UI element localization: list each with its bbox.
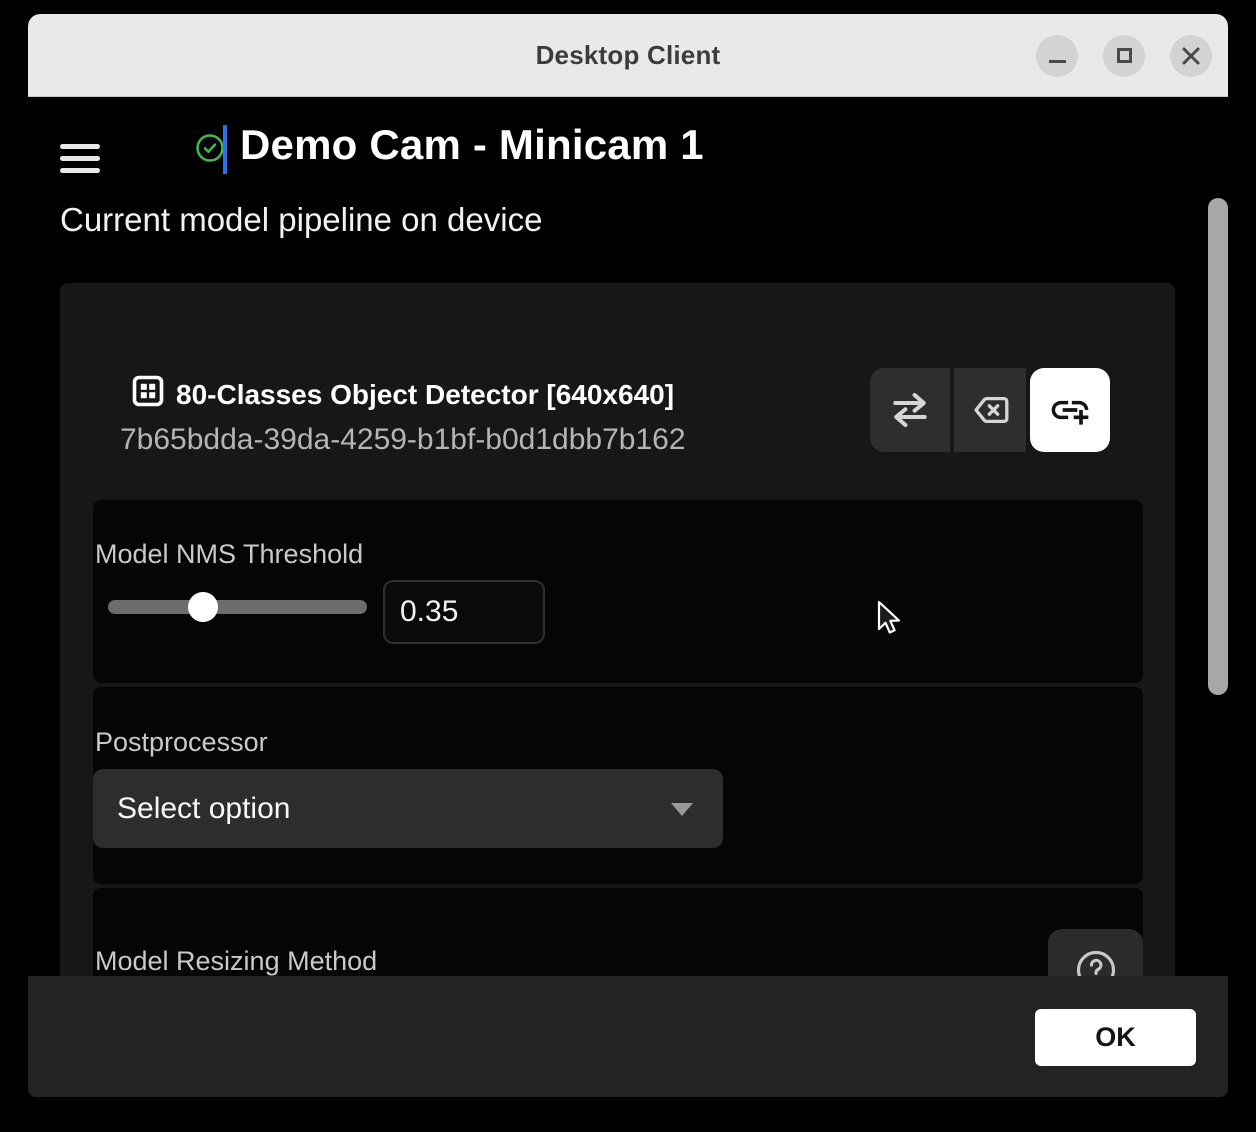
footer-bar: OK — [28, 976, 1228, 1097]
postprocessor-section: Postprocessor Select option — [93, 687, 1143, 884]
menu-icon — [60, 156, 100, 161]
swap-model-button[interactable] — [870, 368, 950, 452]
check-circle-icon — [195, 133, 225, 168]
titlebar[interactable]: Desktop Client — [28, 14, 1228, 97]
model-action-group — [870, 368, 1110, 452]
model-name: 80-Classes Object Detector [640x640] — [176, 379, 675, 410]
model-uuid: 7b65bdda-39da-4259-b1bf-b0d1dbb7b162 — [120, 423, 686, 456]
ok-button[interactable]: OK — [1035, 1009, 1196, 1066]
text-caret — [223, 125, 227, 174]
nms-threshold-label: Model NMS Threshold — [95, 539, 364, 569]
close-icon — [1182, 47, 1200, 64]
resizing-method-label: Model Resizing Method — [95, 946, 378, 976]
close-button[interactable] — [1170, 34, 1212, 77]
slider-thumb[interactable] — [188, 592, 218, 622]
scrollbar-thumb[interactable] — [1208, 198, 1228, 695]
menu-icon — [60, 168, 100, 173]
chevron-down-icon — [671, 803, 693, 816]
selected-option-text: Select option — [117, 791, 291, 825]
pipeline-card: 80-Classes Object Detector [640x640] 7b6… — [60, 283, 1175, 1097]
page-subtitle: Current model pipeline on device — [60, 201, 543, 238]
maximize-icon — [1116, 48, 1132, 63]
nms-threshold-value[interactable]: 0.35 — [383, 580, 545, 644]
window-controls — [1036, 14, 1212, 97]
minimize-button[interactable] — [1036, 34, 1078, 77]
nms-threshold-section: Model NMS Threshold 0.35 — [93, 500, 1143, 683]
clear-model-button[interactable] — [954, 368, 1026, 452]
maximize-button[interactable] — [1103, 34, 1145, 77]
app-window: Desktop Client Demo Cam - Minicam 1 Curr… — [28, 14, 1228, 1098]
link-plus-icon — [1051, 400, 1089, 425]
nms-threshold-slider[interactable] — [108, 592, 367, 622]
menu-icon — [60, 144, 100, 149]
minimize-icon — [1048, 60, 1066, 63]
backspace-icon — [974, 396, 1009, 424]
grid-icon — [130, 373, 166, 414]
menu-button[interactable] — [60, 144, 100, 173]
postprocessor-select[interactable]: Select option — [93, 769, 723, 848]
screen: Desktop Client Demo Cam - Minicam 1 Curr… — [0, 0, 1256, 1132]
add-link-button[interactable] — [1030, 368, 1110, 452]
content-area: Demo Cam - Minicam 1 Current model pipel… — [28, 97, 1228, 1097]
postprocessor-label: Postprocessor — [95, 727, 268, 757]
page-title: Demo Cam - Minicam 1 — [240, 121, 704, 168]
swap-arrows-icon — [893, 392, 927, 428]
